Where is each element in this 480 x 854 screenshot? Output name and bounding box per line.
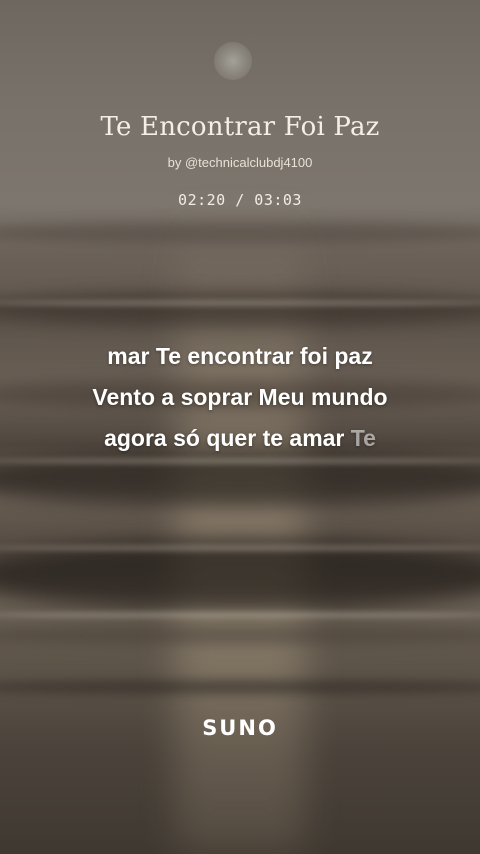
playback-time: 02:20 / 03:03 [178, 191, 302, 209]
sun [214, 42, 252, 80]
lyric-sung-text: agora só quer te amar [104, 425, 345, 451]
wave-foam [0, 612, 480, 618]
lyric-line: mar Te encontrar foi paz [107, 343, 373, 369]
suno-logo: SUNO [202, 716, 278, 740]
wave [0, 222, 480, 244]
wave-foam [0, 300, 480, 306]
wave [0, 625, 480, 645]
wave [0, 680, 480, 694]
wave-foam [0, 545, 480, 551]
artist-byline: by @technicalclubdj4100 [167, 155, 313, 170]
lyrics-panel: mar Te encontrar foi paz Vento a soprar … [0, 336, 480, 459]
lyric-line: Vento a soprar Meu mundo [92, 384, 388, 410]
video-player[interactable]: Te Encontrar Foi Paz by @technicalclubdj… [0, 0, 480, 854]
song-title: Te Encontrar Foi Paz [100, 112, 380, 142]
wave [0, 292, 480, 326]
lyric-line-current: agora só quer te amar Te [0, 418, 480, 459]
lyric-upcoming-word: Te [350, 425, 376, 451]
